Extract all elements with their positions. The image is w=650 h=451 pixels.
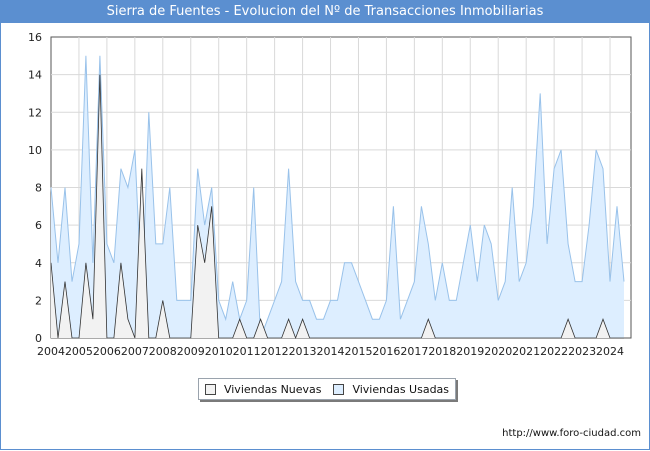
x-tick-label: 2005 bbox=[65, 345, 93, 358]
x-tick-label: 2006 bbox=[93, 345, 121, 358]
x-tick-label: 2024 bbox=[596, 345, 624, 358]
x-tick-label: 2014 bbox=[317, 345, 345, 358]
legend: Viviendas Nuevas Viviendas Usadas bbox=[198, 378, 456, 400]
x-tick-label: 2008 bbox=[149, 345, 177, 358]
y-tick-label: 4 bbox=[35, 257, 42, 270]
x-tick-label: 2017 bbox=[400, 345, 428, 358]
x-tick-label: 2023 bbox=[568, 345, 596, 358]
x-tick-label: 2010 bbox=[205, 345, 233, 358]
x-tick-label: 2021 bbox=[512, 345, 540, 358]
y-tick-label: 2 bbox=[35, 294, 42, 307]
x-tick-label: 2018 bbox=[428, 345, 456, 358]
x-tick-label: 2011 bbox=[233, 345, 261, 358]
y-tick-label: 14 bbox=[28, 69, 42, 82]
legend-item-nuevas: Viviendas Nuevas bbox=[204, 382, 322, 396]
x-tick-label: 2019 bbox=[456, 345, 484, 358]
x-tick-label: 2012 bbox=[261, 345, 289, 358]
legend-label-nuevas: Viviendas Nuevas bbox=[223, 382, 322, 396]
legend-swatch-nuevas bbox=[204, 383, 216, 395]
x-tick-label: 2015 bbox=[344, 345, 372, 358]
legend-item-usadas: Viviendas Usadas bbox=[333, 383, 449, 396]
footer-url[interactable]: http://www.foro-ciudad.com bbox=[502, 428, 641, 439]
y-tick-label: 10 bbox=[28, 144, 42, 157]
y-tick-label: 0 bbox=[35, 332, 42, 345]
x-tick-label: 2016 bbox=[372, 345, 400, 358]
x-tick-label: 2022 bbox=[540, 345, 568, 358]
y-tick-label: 16 bbox=[28, 31, 42, 44]
legend-swatch-usadas bbox=[333, 383, 345, 395]
y-tick-label: 6 bbox=[35, 219, 42, 232]
x-tick-label: 2007 bbox=[121, 345, 149, 358]
legend-label-usadas: Viviendas Usadas bbox=[352, 382, 450, 396]
chart-frame: Sierra de Fuentes - Evolucion del Nº de … bbox=[0, 0, 650, 450]
y-tick-label: 8 bbox=[35, 182, 42, 195]
x-tick-label: 2004 bbox=[37, 345, 65, 358]
y-tick-label: 12 bbox=[28, 106, 42, 119]
x-tick-label: 2009 bbox=[177, 345, 205, 358]
x-tick-label: 2013 bbox=[289, 345, 317, 358]
x-tick-label: 2020 bbox=[484, 345, 512, 358]
